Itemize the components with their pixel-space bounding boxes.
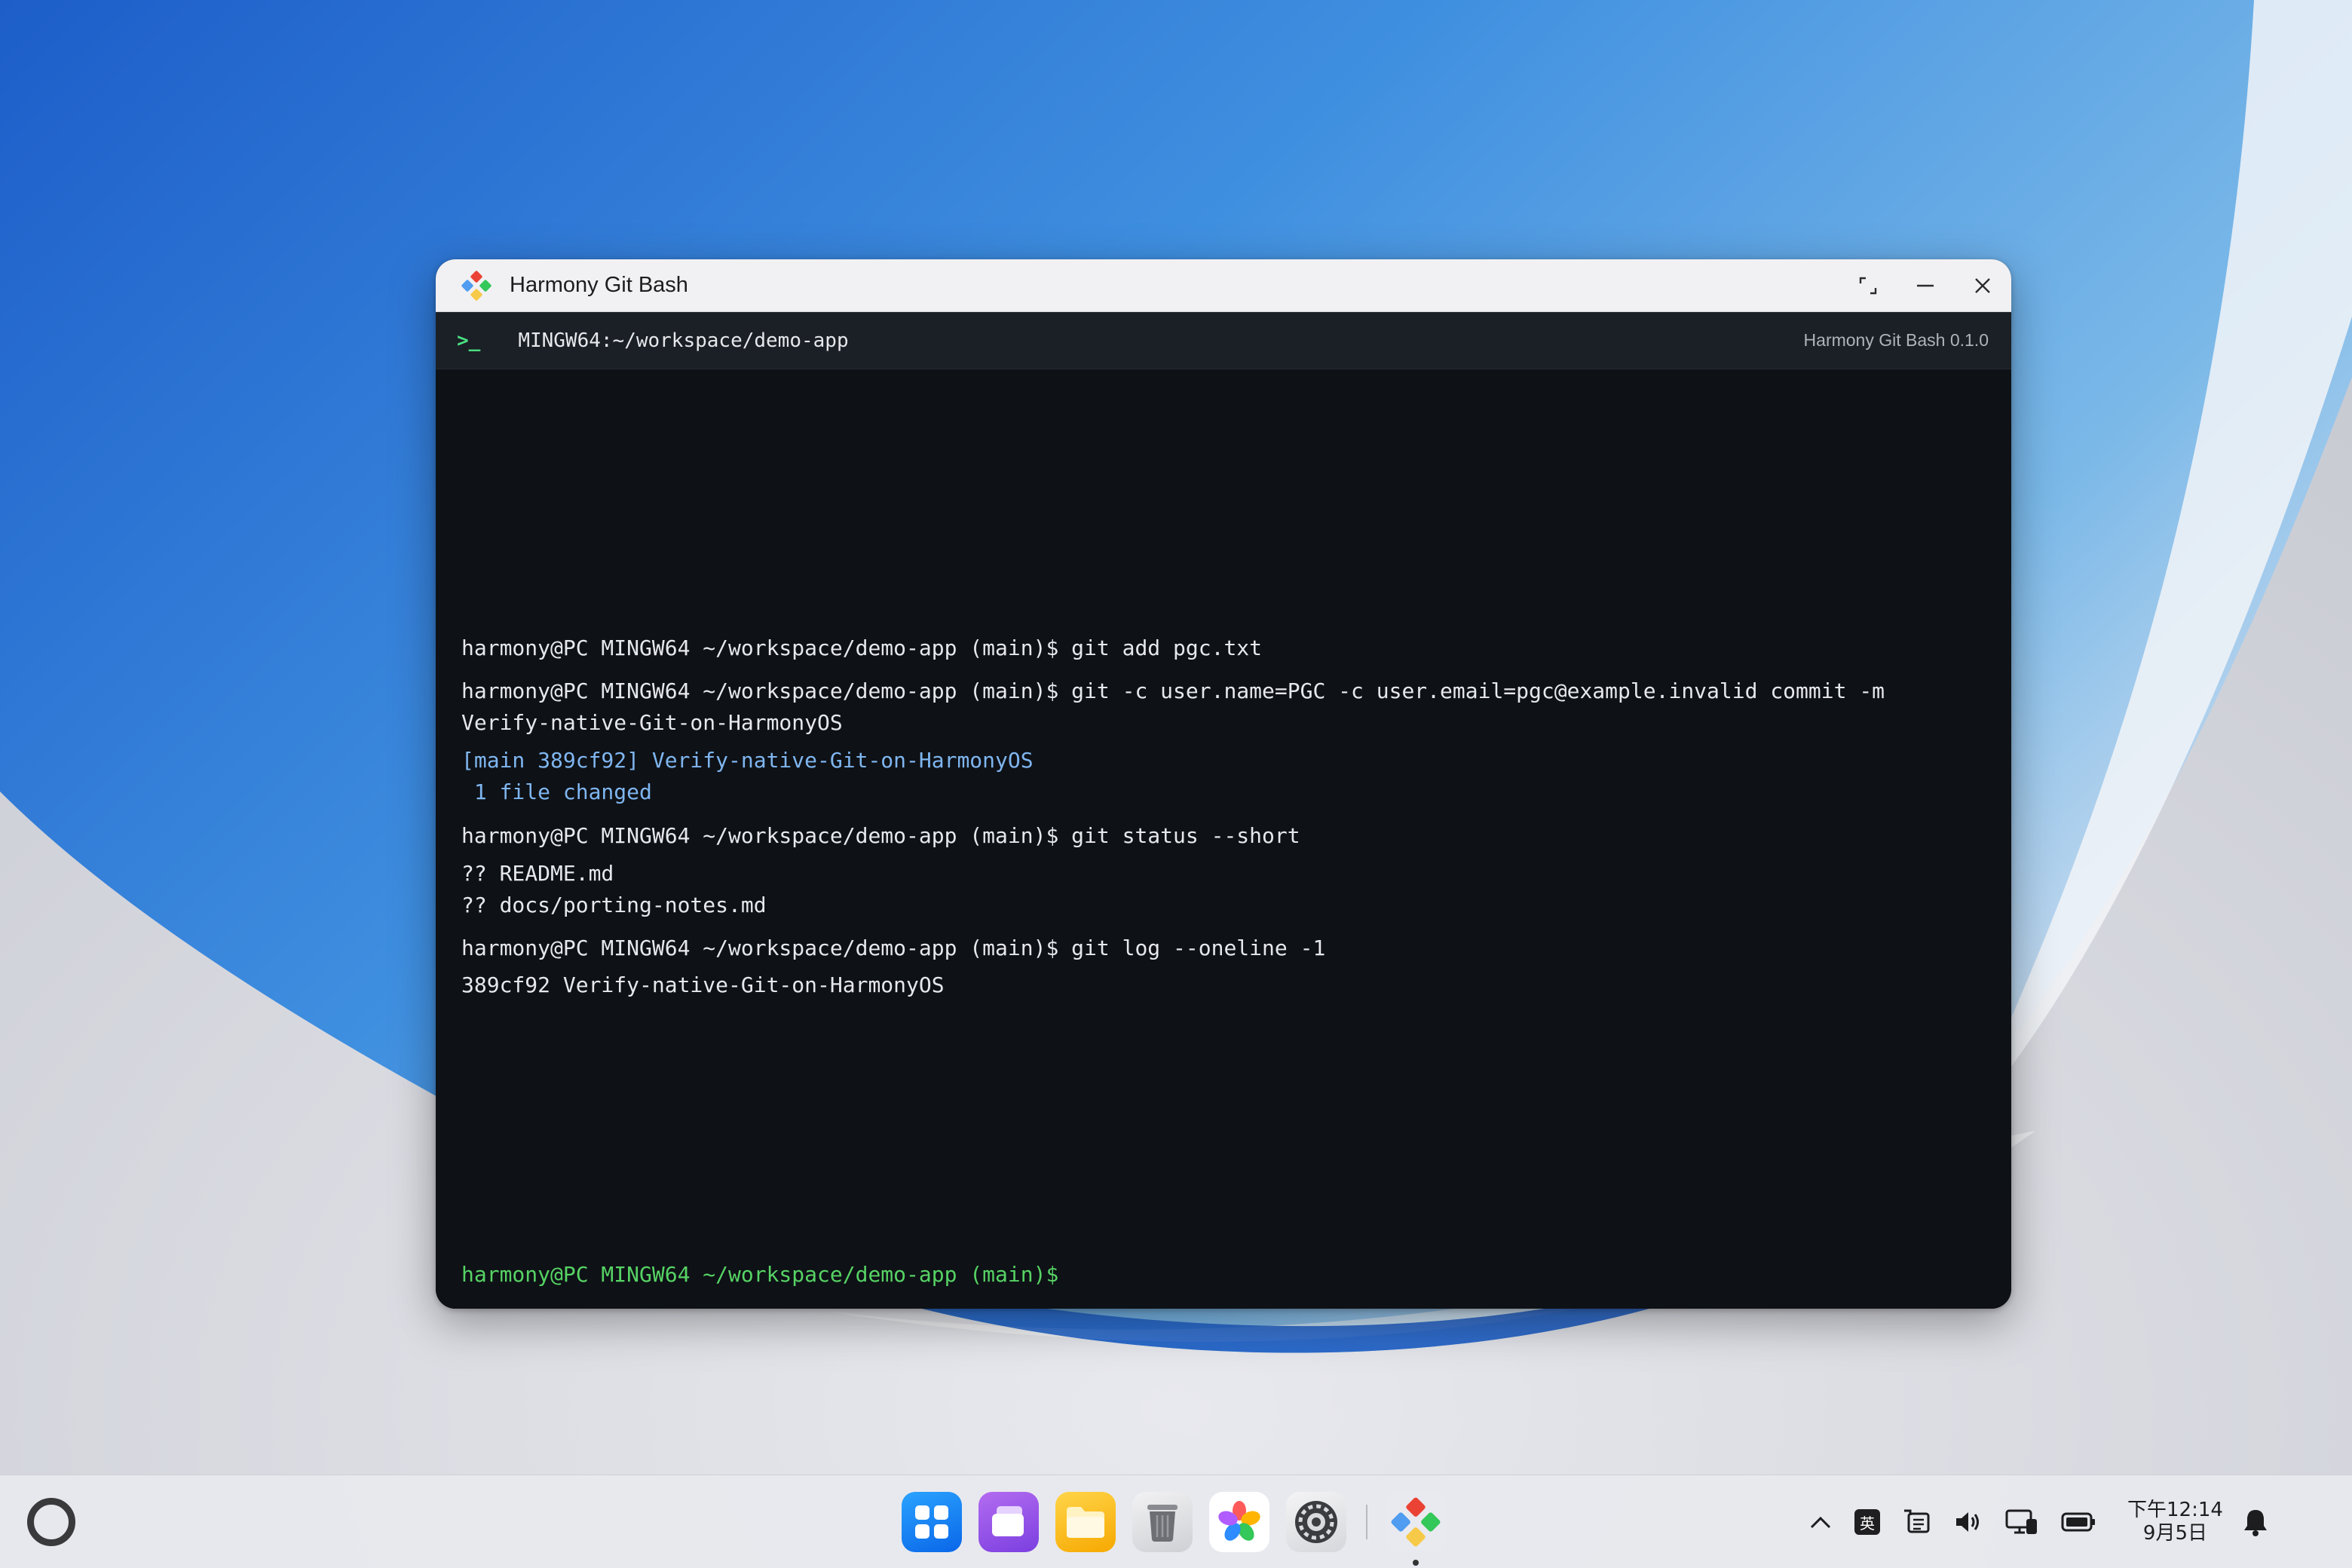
- multitask-icon: [992, 1506, 1024, 1536]
- terminal-line: harmony@PC MINGW64 ~/workspace/demo-app …: [461, 678, 1885, 703]
- input-method-button[interactable]: 英: [1854, 1509, 1880, 1535]
- terminal-tab-path[interactable]: MINGW64:~/workspace/demo-app: [518, 329, 848, 352]
- git-bash-logo-icon: [461, 270, 492, 301]
- terminal-line: Verify-native-Git-on-HarmonyOS: [461, 710, 843, 735]
- terminal-line: ?? README.md: [461, 861, 614, 886]
- terminal-prompt-icon: >_: [457, 329, 481, 352]
- clipboard-button[interactable]: [1903, 1509, 1931, 1535]
- app-grid-icon: [915, 1505, 948, 1539]
- clipboard-icon: [1904, 1509, 1930, 1533]
- app-version-label: Harmony Git Bash 0.1.0: [1803, 330, 1989, 350]
- git-bash-dock-button[interactable]: [1386, 1492, 1446, 1566]
- terminal-line: harmony@PC MINGW64 ~/workspace/demo-app …: [461, 635, 1263, 660]
- notification-button[interactable]: [2243, 1508, 2268, 1536]
- terminal-line: 1 file changed: [461, 779, 652, 804]
- terminal-tab-bar: >_ MINGW64:~/workspace/demo-app Harmony …: [436, 312, 2011, 369]
- system-tray: 英 下午12:14 9月5日: [1809, 1475, 2291, 1568]
- terminal-output[interactable]: harmony@PC MINGW64 ~/workspace/demo-app …: [436, 369, 2011, 1309]
- battery-status[interactable]: [2061, 1511, 2096, 1533]
- settings-button[interactable]: [1286, 1492, 1346, 1552]
- window-titlebar[interactable]: Harmony Git Bash: [436, 259, 2011, 312]
- dock: [902, 1492, 1462, 1566]
- maximize-button[interactable]: [1839, 259, 1897, 312]
- files-icon: [1067, 1507, 1104, 1538]
- git-bash-window: Harmony Git Bash >_ MINGW64:~/workspace/…: [436, 259, 2011, 1309]
- files-button[interactable]: [1055, 1492, 1116, 1552]
- maximize-icon: [1859, 277, 1877, 294]
- screen-cast-button[interactable]: [2005, 1508, 2038, 1536]
- git-bash-icon: [1391, 1497, 1441, 1547]
- terminal-line: ?? docs/porting-notes.md: [461, 893, 767, 917]
- window-title: Harmony Git Bash: [510, 273, 688, 297]
- tray-overflow-button[interactable]: [1809, 1514, 1832, 1530]
- taskbar: 英 下午12:14 9月5日: [0, 1475, 2352, 1568]
- minimize-button[interactable]: [1897, 259, 1954, 312]
- window-controls: [1839, 259, 2011, 311]
- close-icon: [1975, 277, 1990, 293]
- clock-time: 下午12:14: [2127, 1499, 2223, 1521]
- close-button[interactable]: [1954, 259, 2011, 312]
- battery-icon: [2061, 1512, 2095, 1532]
- trash-button[interactable]: [1132, 1492, 1193, 1552]
- settings-icon: [1295, 1501, 1337, 1543]
- terminal-line: 389cf92 Verify-native-Git-on-HarmonyOS: [461, 972, 945, 997]
- clock[interactable]: 下午12:14 9月5日: [2127, 1499, 2223, 1545]
- running-indicator: [1413, 1560, 1419, 1566]
- terminal-line: harmony@PC MINGW64 ~/workspace/demo-app …: [461, 823, 1300, 848]
- terminal-line: harmony@PC MINGW64 ~/workspace/demo-app …: [461, 936, 1326, 960]
- trash-icon: [1147, 1505, 1178, 1542]
- volume-icon: [1956, 1512, 1979, 1532]
- dock-separator: [1366, 1505, 1367, 1539]
- minimize-icon: [1917, 284, 1934, 286]
- terminal-current-prompt: harmony@PC MINGW64 ~/workspace/demo-app …: [461, 1262, 1059, 1287]
- input-method-label: 英: [1854, 1509, 1880, 1535]
- volume-button[interactable]: [1954, 1509, 1983, 1535]
- multitask-button[interactable]: [978, 1492, 1039, 1552]
- screen-cast-icon: [2005, 1509, 2037, 1534]
- gallery-button[interactable]: [1209, 1492, 1269, 1552]
- start-button[interactable]: [27, 1498, 75, 1546]
- terminal-line: [main 389cf92] Verify-native-Git-on-Harm…: [461, 748, 1034, 773]
- chevron-up-icon: [1810, 1516, 1831, 1529]
- clock-date: 9月5日: [2142, 1522, 2208, 1545]
- app-grid-button[interactable]: [902, 1492, 962, 1552]
- bell-icon: [2243, 1510, 2267, 1536]
- gallery-icon: [1218, 1501, 1260, 1541]
